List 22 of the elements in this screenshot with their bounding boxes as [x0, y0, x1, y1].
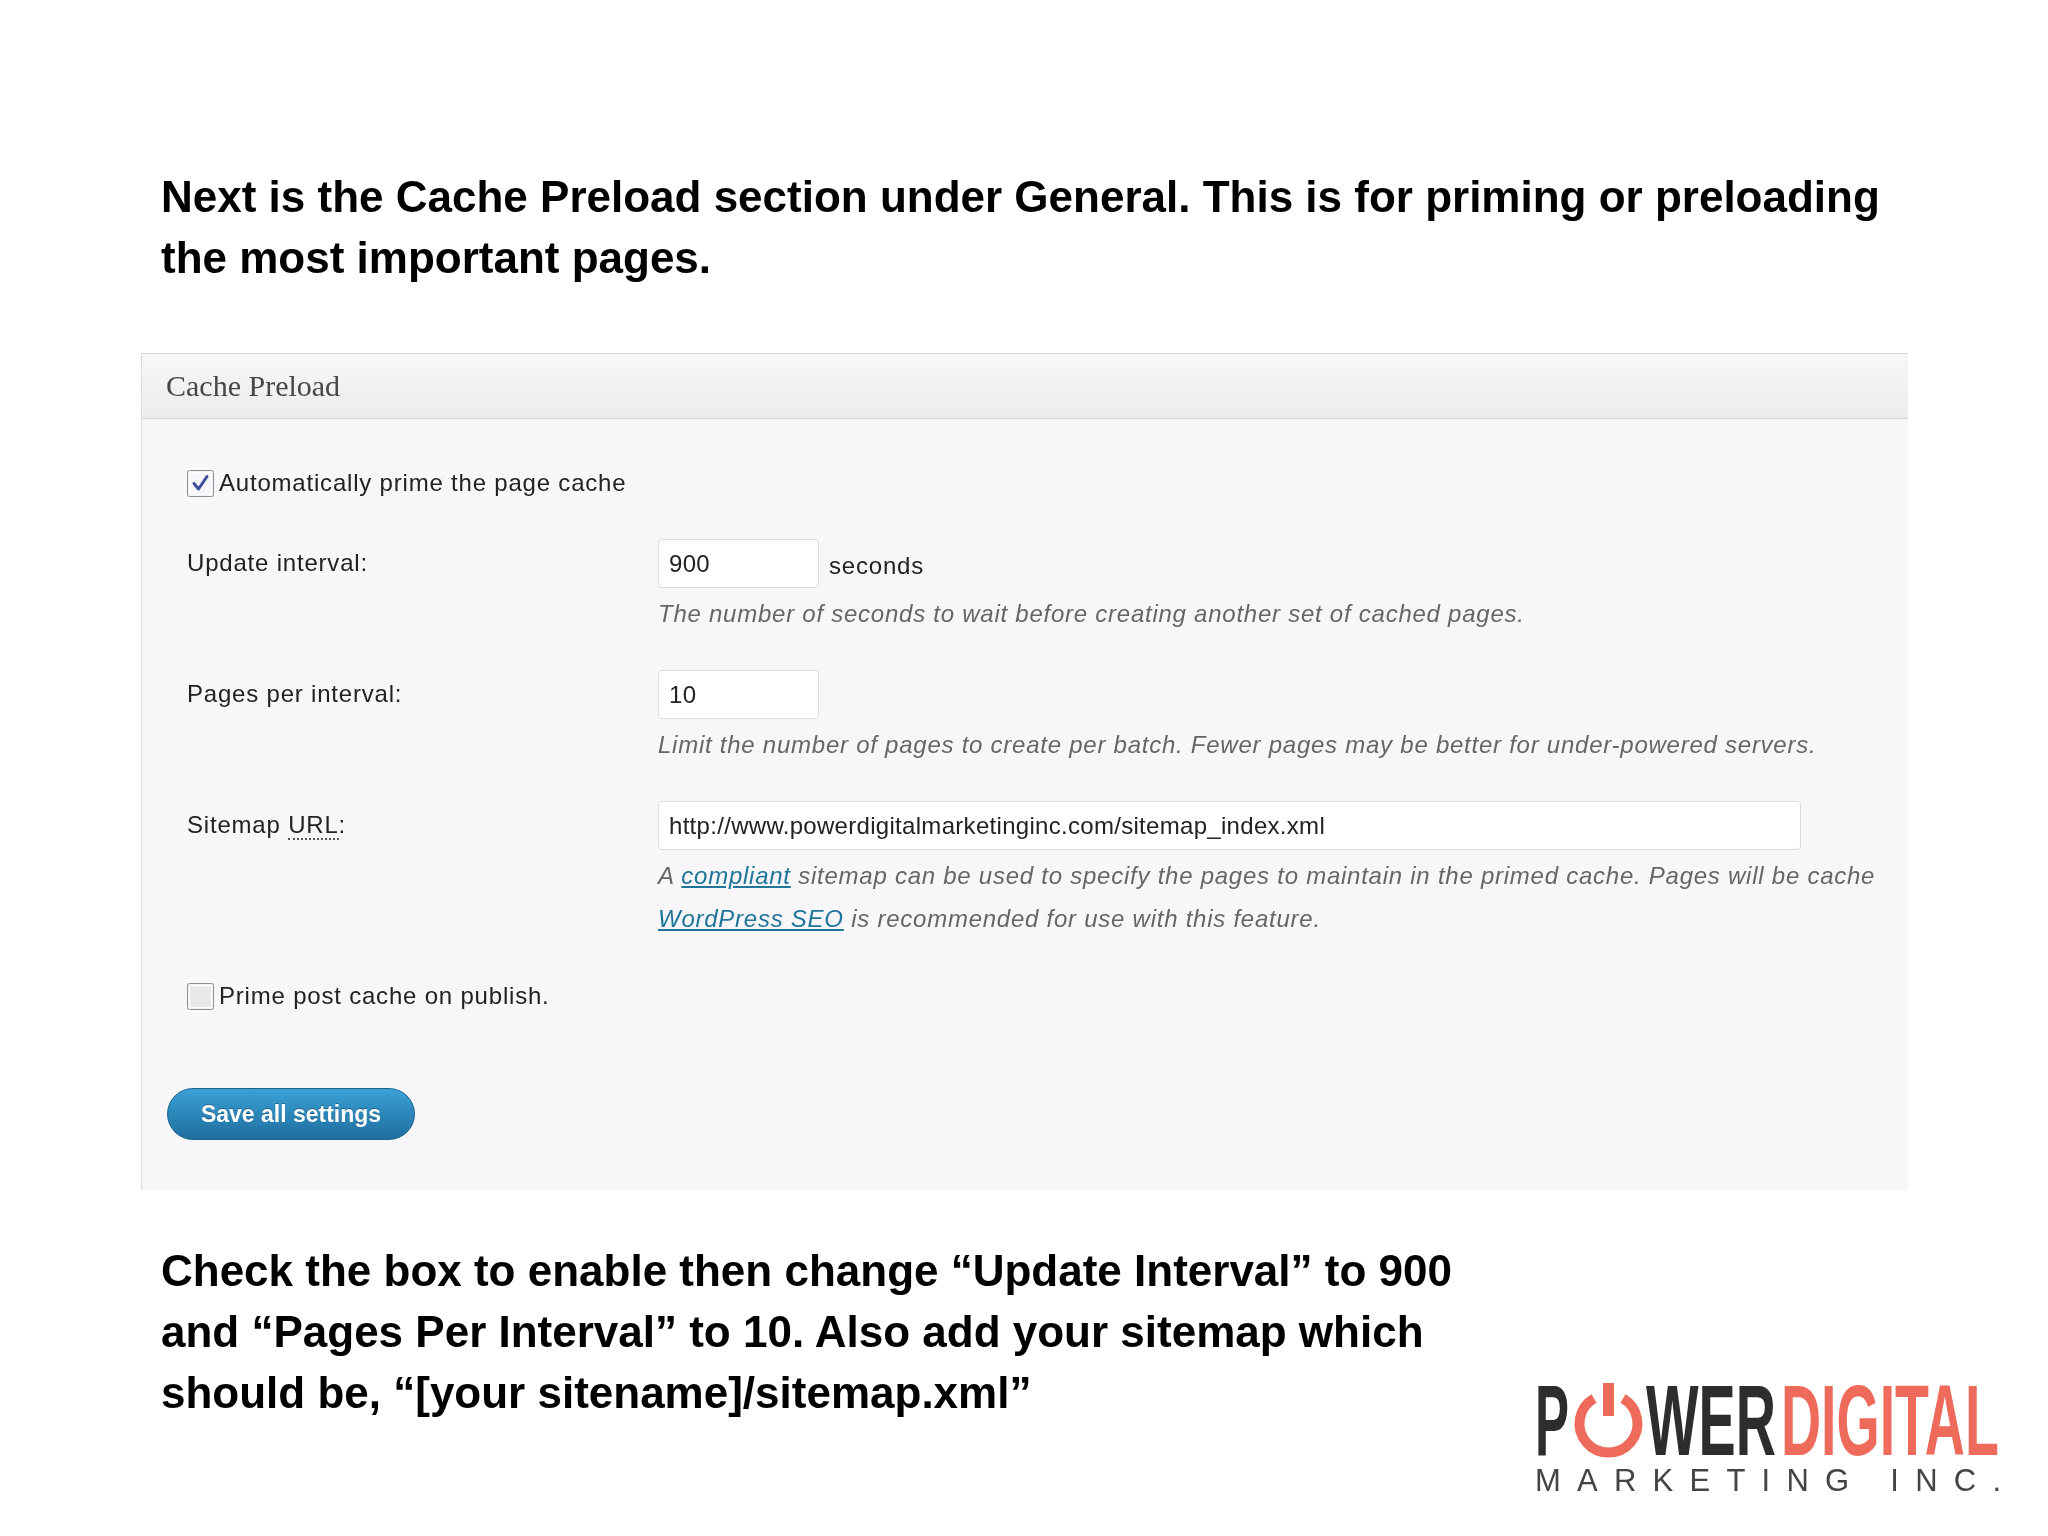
- input-field[interactable]: 900: [658, 539, 819, 588]
- field-label: Pages per interval:: [187, 679, 403, 708]
- panel-title: Cache Preload: [166, 369, 341, 403]
- link[interactable]: compliant: [681, 862, 791, 889]
- heading-text: Next is the Cache Preload section under General. This is for priming or preloading the most important pages.: [161, 171, 1881, 284]
- input-field[interactable]: 10: [658, 670, 819, 719]
- field-label: Update interval:: [187, 548, 368, 577]
- input-field[interactable]: http://www.powerdigitalmarketinginc.com/sitemap_index.xml: [658, 801, 1801, 850]
- checkbox[interactable]: [187, 982, 214, 1010]
- help-text: Limit the number of pages to create per batch. Fewer pages may be better for under-powered servers.: [658, 730, 1817, 760]
- save-button[interactable]: Save all settings: [167, 1088, 415, 1140]
- power-icon: [1574, 1383, 1643, 1458]
- instruction-text: Check the box to enable then change “Update Interval” to 900 and “Pages Per Interval” to 10. Also add your sitemap which should be, “[your sitename]/sitemap.xml”: [161, 1245, 1453, 1419]
- link[interactable]: WordPress SEO: [658, 905, 844, 932]
- unit-label: seconds: [829, 550, 924, 580]
- help-text: A compliant sitemap can be used to specify the pages to maintain in the primed cache. Pages will be cache: [658, 861, 1876, 891]
- checkbox[interactable]: [187, 469, 214, 497]
- checkbox-label: Automatically prime the page cache: [219, 469, 627, 497]
- help-text: WordPress SEO is recommended for use with this feature.: [658, 904, 1322, 934]
- help-text: The number of seconds to wait before creating another set of cached pages.: [658, 599, 1525, 629]
- field-label: Sitemap URL:: [187, 810, 346, 839]
- checkbox-label: Prime post cache on publish.: [219, 982, 550, 1010]
